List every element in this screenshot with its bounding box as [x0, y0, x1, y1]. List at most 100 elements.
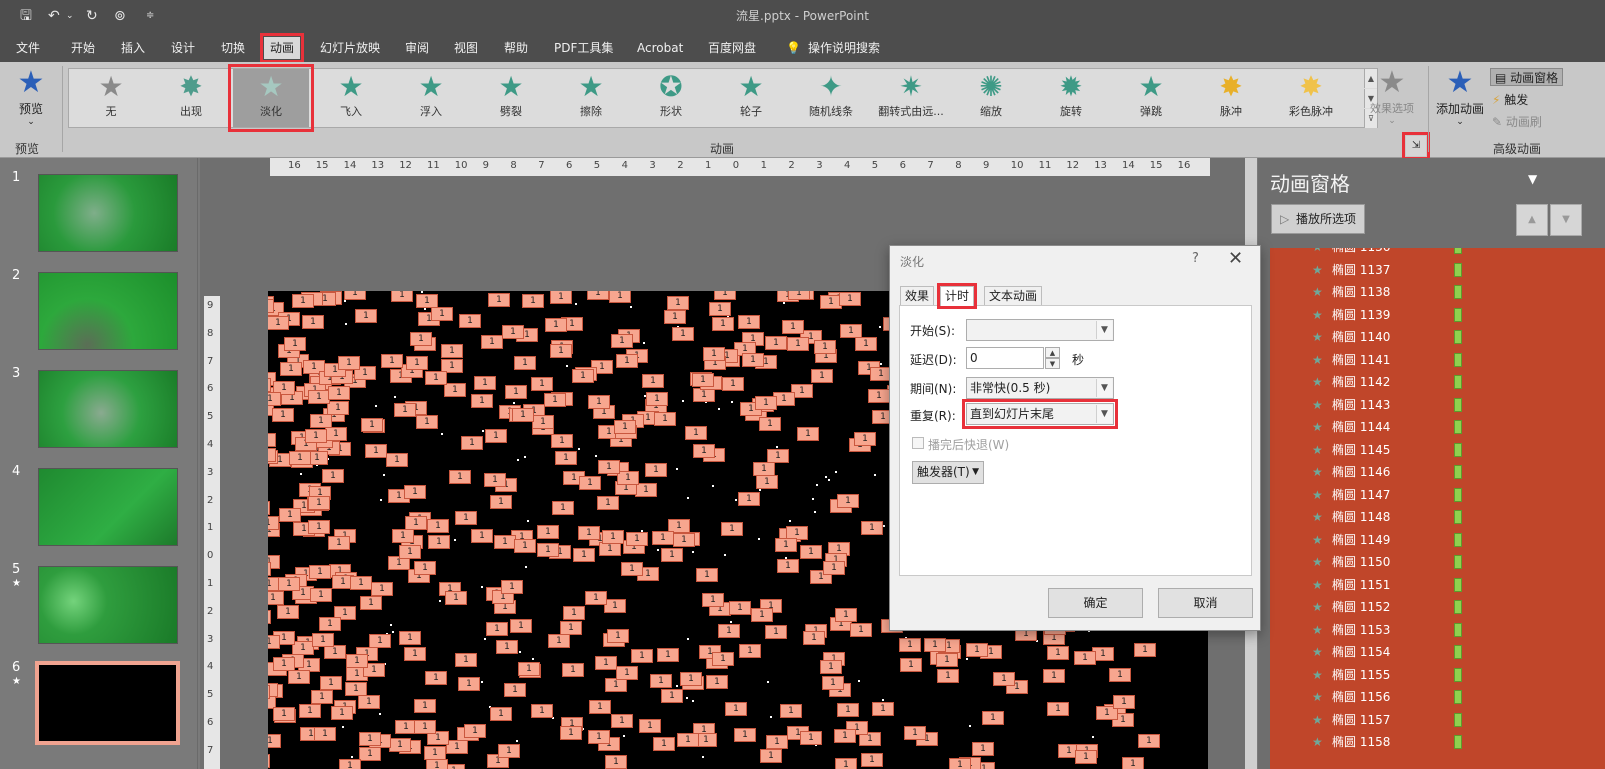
animation-order-tag[interactable]: 1 — [692, 373, 714, 387]
animation-order-tag[interactable]: 1 — [381, 354, 403, 368]
animation-order-tag[interactable]: 1 — [588, 395, 610, 409]
animation-order-tag[interactable]: 1 — [598, 460, 620, 474]
animation-order-tag[interactable]: 1 — [268, 610, 271, 624]
animation-order-tag[interactable]: 1 — [696, 568, 718, 582]
animation-order-tag[interactable]: 1 — [455, 511, 477, 525]
animation-order-tag[interactable]: 1 — [278, 577, 300, 591]
animation-order-tag[interactable]: 1 — [1138, 734, 1160, 748]
tell-me-search[interactable]: 操作说明搜索 — [808, 37, 880, 59]
animation-order-tag[interactable]: 1 — [835, 608, 857, 622]
animation-order-tag[interactable]: 1 — [972, 742, 994, 756]
animation-order-tag[interactable]: 1 — [572, 369, 594, 383]
animation-order-tag[interactable]: 1 — [425, 671, 447, 685]
animation-order-tag[interactable]: 1 — [560, 621, 582, 635]
animation-order-tag[interactable]: 1 — [359, 747, 381, 761]
animation-order-tag[interactable]: 1 — [738, 315, 760, 329]
animation-order-tag[interactable]: 1 — [496, 640, 518, 654]
animation-order-tag[interactable]: 1 — [471, 394, 493, 408]
slide-thumbnail[interactable] — [38, 174, 178, 252]
tab-design[interactable]: 设计 — [171, 37, 195, 59]
animation-list-item[interactable]: ★ 椭圆 1147 — [1270, 484, 1605, 506]
animation-order-tag[interactable]: 1 — [268, 433, 276, 447]
animation-order-tag[interactable]: 1 — [514, 539, 536, 553]
animation-order-tag[interactable]: 1 — [537, 543, 559, 557]
animation-order-tag[interactable]: 1 — [459, 314, 481, 328]
animation-order-tag[interactable]: 1 — [449, 470, 471, 484]
animation-order-tag[interactable]: 1 — [617, 471, 639, 485]
animation-order-tag[interactable]: 1 — [766, 735, 788, 749]
period-select[interactable]: 非常快(0.5 秒) ▼ — [966, 377, 1114, 399]
animation-order-tag[interactable]: 1 — [751, 608, 773, 622]
animation-order-tag[interactable]: 1 — [485, 429, 507, 443]
animation-order-tag[interactable]: 1 — [284, 337, 306, 351]
animation-order-tag[interactable]: 1 — [738, 492, 760, 506]
animation-order-tag[interactable]: 1 — [310, 414, 332, 428]
animation-order-tag[interactable]: 1 — [949, 758, 971, 769]
animation-order-tag[interactable]: 1 — [560, 726, 582, 740]
animation-order-tag[interactable]: 1 — [777, 559, 799, 573]
animation-order-tag[interactable]: 1 — [405, 516, 427, 530]
slide-thumbnail[interactable] — [38, 468, 178, 546]
animation-order-tag[interactable]: 1 — [350, 576, 372, 590]
animation-order-tag[interactable]: 1 — [788, 291, 810, 300]
delay-input[interactable]: 0 — [966, 347, 1044, 369]
animation-order-tag[interactable]: 1 — [344, 291, 366, 300]
dialog-tab-effect[interactable]: 效果 — [900, 286, 935, 306]
animation-order-tag[interactable]: 1 — [273, 707, 295, 721]
animation-order-tag[interactable]: 1 — [328, 536, 350, 550]
animation-list-item[interactable]: ★ 椭圆 1136 — [1270, 248, 1605, 258]
animation-list-item[interactable]: ★ 椭圆 1145 — [1270, 439, 1605, 461]
animation-order-tag[interactable]: 1 — [399, 631, 421, 645]
animation-order-tag[interactable]: 1 — [268, 734, 281, 748]
animation-order-tag[interactable]: 1 — [514, 356, 536, 370]
tab-review[interactable]: 审阅 — [405, 37, 429, 59]
animation-order-tag[interactable]: 1 — [579, 476, 601, 490]
animation-order-tag[interactable]: 1 — [268, 591, 284, 605]
gallery-item[interactable]: ✸ 出现 — [153, 69, 229, 127]
animation-list-item[interactable]: ★ 椭圆 1137 — [1270, 259, 1605, 281]
animation-order-tag[interactable]: 1 — [759, 417, 781, 431]
animation-order-tag[interactable]: 1 — [268, 316, 289, 330]
animation-order-tag[interactable]: 1 — [661, 548, 683, 562]
close-icon[interactable]: ✕ — [1228, 248, 1243, 269]
animation-order-tag[interactable]: 1 — [734, 728, 756, 742]
gallery-item[interactable]: ★ 劈裂 — [473, 69, 549, 127]
animation-order-tag[interactable]: 1 — [714, 291, 736, 300]
animation-order-tag[interactable]: 1 — [664, 310, 686, 324]
animation-order-tag[interactable]: 1 — [800, 545, 822, 559]
animation-order-tag[interactable]: 1 — [840, 324, 862, 338]
animation-order-tag[interactable]: 1 — [406, 356, 428, 370]
cancel-button[interactable]: 取消 — [1158, 588, 1253, 618]
animation-order-tag[interactable]: 1 — [712, 317, 734, 331]
animation-order-tag[interactable]: 1 — [309, 565, 331, 579]
animation-order-tag[interactable]: 1 — [501, 580, 523, 594]
rewind-checkbox[interactable] — [912, 437, 924, 449]
gallery-item[interactable]: ✸ 脉冲 — [1193, 69, 1269, 127]
animation-order-tag[interactable]: 1 — [673, 533, 695, 547]
animation-order-tag[interactable]: 1 — [268, 448, 276, 462]
animation-order-tag[interactable]: 1 — [702, 593, 724, 607]
repeat-select[interactable]: 直到幻灯片末尾 ▼ — [962, 399, 1118, 429]
animation-order-tag[interactable]: 1 — [504, 683, 526, 697]
animation-order-tag[interactable]: 1 — [595, 656, 617, 670]
animation-order-tag[interactable]: 1 — [319, 617, 341, 631]
animation-list-item[interactable]: ★ 椭圆 1139 — [1270, 304, 1605, 326]
tab-pdf-tools[interactable]: PDF工具集 — [554, 37, 613, 59]
animation-order-tag[interactable]: 1 — [545, 318, 567, 332]
animation-order-tag[interactable]: 1 — [410, 332, 432, 346]
animation-order-tag[interactable]: 1 — [966, 643, 988, 657]
animation-order-tag[interactable]: 1 — [850, 623, 872, 637]
animation-order-tag[interactable]: 1 — [775, 538, 797, 552]
animation-order-tag[interactable]: 1 — [327, 401, 349, 415]
animation-order-tag[interactable]: 1 — [631, 649, 653, 663]
animation-order-tag[interactable]: 1 — [722, 377, 744, 391]
animation-order-tag[interactable]: 1 — [292, 641, 314, 655]
animation-order-tag[interactable]: 1 — [288, 670, 310, 684]
animation-order-tag[interactable]: 1 — [765, 625, 787, 639]
animation-order-tag[interactable]: 1 — [1109, 668, 1131, 682]
animation-order-tag[interactable]: 1 — [839, 292, 861, 306]
ok-button[interactable]: 确定 — [1048, 588, 1143, 618]
animation-list-item[interactable]: ★ 椭圆 1142 — [1270, 371, 1605, 393]
animation-order-tag[interactable]: 1 — [494, 535, 516, 549]
animation-order-tag[interactable]: 1 — [305, 429, 327, 443]
